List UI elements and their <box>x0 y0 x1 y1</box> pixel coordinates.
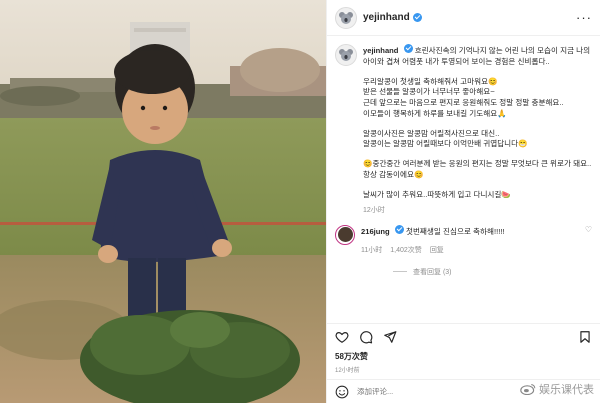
koala-avatar-icon <box>339 11 353 24</box>
view-replies-button[interactable]: 查看回复 (3) <box>393 267 592 277</box>
weibo-watermark: 娱乐课代表 <box>520 381 594 397</box>
comment-likes[interactable]: 1,402次赞 <box>390 245 422 255</box>
comment-meta: 11小时 1,402次赞 回复 <box>361 245 592 255</box>
more-options-icon[interactable]: ··· <box>576 10 592 25</box>
comments-area[interactable]: yejinhand 흐린사진속의 기억나지 않는 어린 나의 모습이 지금 나의… <box>327 36 600 323</box>
caption-timestamp: 12小时 <box>363 206 385 214</box>
caption-paragraph: 날씨가 많이 추워요..따뜻하게 입고 다니시길🍉 <box>363 189 511 199</box>
verified-badge-icon <box>394 224 404 234</box>
koala-avatar-icon <box>339 49 353 61</box>
caption-paragraph: 우리알콩이 첫생일 축하해줘서 고마워요😊 받은 선물들 알콩이가 너무너무 좋… <box>363 76 564 118</box>
replies-divider <box>393 271 407 273</box>
comment-bubble-icon[interactable] <box>359 330 373 344</box>
like-heart-icon[interactable] <box>335 330 349 344</box>
caption-text: yejinhand 흐린사진속의 기억나지 않는 어린 나의 모습이 지금 나의… <box>363 44 592 216</box>
emoji-smile-icon[interactable] <box>335 385 349 399</box>
instagram-post-view: yejinhand ··· yejinhand 흐린사진속의 기억나지 않는 어… <box>0 0 600 403</box>
comment-time: 11小时 <box>361 246 383 254</box>
reply-button[interactable]: 回复 <box>430 245 444 255</box>
commenter-username[interactable]: 216jung <box>361 227 390 236</box>
comment-text: 첫번째생일 진심으로 축하해!!!!! <box>405 226 505 236</box>
post-header: yejinhand ··· <box>327 0 600 36</box>
share-send-icon[interactable] <box>383 330 397 344</box>
watermark-text: 娱乐课代表 <box>539 384 594 396</box>
caption-avatar[interactable] <box>335 44 357 66</box>
caption-paragraph: 😊중간중간 여러분께 받는 응원의 편지는 정말 무엇보다 큰 위로가 돼요..… <box>363 159 592 180</box>
comment-like-icon[interactable]: ♡ <box>585 225 592 234</box>
verified-badge-icon <box>412 13 422 22</box>
post-author-username[interactable]: yejinhand <box>363 12 410 23</box>
post-side-panel: yejinhand ··· yejinhand 흐린사진속의 기억나지 않는 어… <box>326 0 600 403</box>
post-photo <box>0 0 326 403</box>
commenter-avatar[interactable] <box>335 224 355 245</box>
weibo-logo-icon <box>520 384 536 395</box>
child-photo-image <box>0 0 326 403</box>
post-action-bar <box>327 323 600 349</box>
caption-paragraph: 알콩이사진은 알콩맘 어릴적사진으로 대신.. 알콩이는 알콩맘 어릴때보다 이… <box>363 128 528 149</box>
post-caption: yejinhand 흐린사진속의 기억나지 않는 어린 나의 모습이 지금 나의… <box>335 44 592 216</box>
bookmark-save-icon[interactable] <box>578 330 592 344</box>
post-time-ago: 12小时前 <box>335 368 360 374</box>
caption-paragraph: yejinhand 흐린사진속의 기억나지 않는 어린 나의 모습이 지금 나의… <box>363 44 591 66</box>
caption-username[interactable]: yejinhand <box>363 46 398 55</box>
post-likes-count[interactable]: 58万次赞 <box>327 351 600 362</box>
profile-avatar[interactable] <box>335 6 357 29</box>
comment-body: 216jung 첫번째생일 진심으로 축하해!!!!! 11小时 1,402次赞… <box>361 224 592 255</box>
comment-item: 216jung 첫번째생일 진심으로 축하해!!!!! 11小时 1,402次赞… <box>335 224 592 255</box>
verified-badge-icon <box>403 44 413 53</box>
